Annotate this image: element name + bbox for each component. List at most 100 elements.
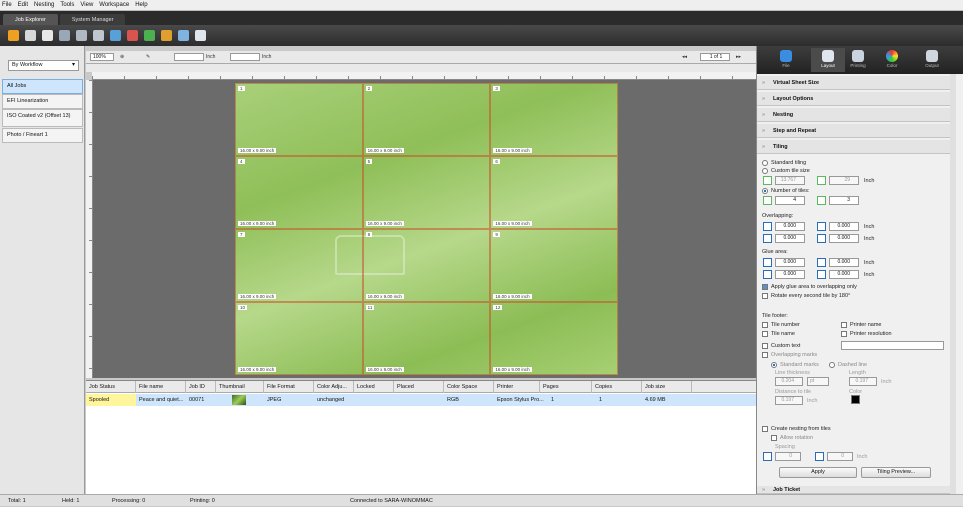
printer-name-checkbox[interactable] bbox=[841, 322, 847, 328]
create-nesting-checkbox[interactable] bbox=[762, 426, 768, 432]
col-pages[interactable]: Pages bbox=[540, 381, 592, 393]
col-file-format[interactable]: File Format bbox=[264, 381, 314, 393]
tab-file[interactable]: File bbox=[769, 48, 803, 72]
standard-tiling-radio[interactable] bbox=[762, 160, 768, 166]
apply-glue-checkbox[interactable] bbox=[762, 284, 768, 290]
properties-scrollbar[interactable] bbox=[950, 74, 956, 494]
menu-file[interactable]: File bbox=[2, 2, 12, 8]
custom-width-input[interactable]: 13.767 bbox=[775, 176, 805, 185]
workflow-select[interactable]: By Workflow bbox=[8, 60, 79, 71]
layout-canvas[interactable]: 1 16.00 x 9.00 inch 2 16.00 x 9.00 inch 3 16.… bbox=[93, 80, 756, 378]
tiling-preview-button[interactable]: Tiling Preview... bbox=[861, 467, 931, 478]
section-virtual-sheet-size[interactable]: Virtual Sheet Size bbox=[757, 76, 956, 90]
col-thumbnail[interactable]: Thumbnail bbox=[216, 381, 264, 393]
prev-page-icon[interactable]: ◂◂ bbox=[682, 53, 687, 61]
col-file-name[interactable]: File name bbox=[136, 381, 186, 393]
tab-color[interactable]: Color bbox=[875, 48, 909, 72]
tile-number-checkbox[interactable] bbox=[762, 322, 768, 328]
doc-blue-icon[interactable] bbox=[195, 30, 206, 41]
custom-height-input[interactable]: 29 bbox=[829, 176, 859, 185]
tile-9[interactable]: 9 16.00 x 9.00 inch bbox=[490, 229, 618, 302]
glue-left-input[interactable]: 0.000 bbox=[829, 258, 859, 267]
tile-7[interactable]: 7 16.00 x 9.00 inch bbox=[235, 229, 363, 302]
tab-output[interactable]: Output bbox=[915, 48, 949, 72]
queue-iso-coated[interactable]: ISO Coated v2 (Offset 13) bbox=[2, 109, 83, 127]
col-placed[interactable]: Placed bbox=[394, 381, 444, 393]
doc-icon[interactable] bbox=[178, 30, 189, 41]
overlap-left-input[interactable]: 0.000 bbox=[829, 222, 859, 231]
glue-top-input[interactable]: 0.000 bbox=[775, 258, 805, 267]
standard-marks-radio[interactable] bbox=[771, 362, 777, 368]
glue-right-input[interactable]: 0.000 bbox=[829, 270, 859, 279]
color-icon[interactable] bbox=[161, 30, 172, 41]
mark-color-swatch[interactable] bbox=[851, 395, 860, 404]
spacing-v-input[interactable]: 0 bbox=[827, 452, 853, 461]
tile-5[interactable]: 5 16.00 x 9.00 inch bbox=[362, 156, 491, 229]
overlapping-marks-checkbox[interactable] bbox=[762, 352, 768, 358]
height-input[interactable] bbox=[230, 53, 260, 61]
print-queue-icon[interactable] bbox=[76, 30, 87, 41]
custom-text-checkbox[interactable] bbox=[762, 343, 768, 349]
tile-rows-input[interactable]: 3 bbox=[829, 196, 859, 205]
apply-button[interactable]: Apply bbox=[779, 467, 857, 478]
tile-6[interactable]: 6 16.00 x 9.00 inch bbox=[490, 156, 618, 229]
open-folder-icon[interactable] bbox=[8, 30, 19, 41]
tile-1[interactable]: 1 16.00 x 9.00 inch bbox=[235, 83, 363, 156]
tile-name-checkbox[interactable] bbox=[762, 331, 768, 337]
overlap-top-input[interactable]: 0.000 bbox=[775, 222, 805, 231]
glue-bottom-input[interactable]: 0.000 bbox=[775, 270, 805, 279]
col-job-size[interactable]: Job size bbox=[642, 381, 692, 393]
tab-system-manager[interactable]: System Manager bbox=[59, 14, 126, 25]
number-of-tiles-radio[interactable] bbox=[762, 188, 768, 194]
section-nesting[interactable]: Nesting bbox=[757, 108, 956, 122]
tab-printing[interactable]: Printing bbox=[841, 48, 875, 72]
line-thickness-input[interactable]: 0.204 bbox=[775, 377, 803, 386]
tile-2[interactable]: 2 16.00 x 9.00 inch bbox=[362, 83, 491, 156]
rotate-tile-checkbox[interactable] bbox=[762, 293, 768, 299]
tile-8[interactable]: 8 16.00 x 9.00 inch bbox=[362, 229, 491, 302]
menu-tools[interactable]: Tools bbox=[60, 2, 74, 8]
distance-input[interactable]: 0.197 bbox=[775, 396, 803, 405]
thickness-unit-select[interactable]: pt bbox=[807, 377, 829, 386]
tab-job-explorer[interactable]: Job Explorer bbox=[3, 14, 58, 25]
width-input[interactable] bbox=[174, 53, 204, 61]
menu-edit[interactable]: Edit bbox=[18, 2, 28, 8]
overlap-bottom-input[interactable]: 0.000 bbox=[775, 234, 805, 243]
tile-10[interactable]: 10 16.00 x 9.00 inch bbox=[235, 302, 363, 375]
tab-layout[interactable]: Layout bbox=[811, 48, 845, 72]
section-layout-options[interactable]: Layout Options bbox=[757, 92, 956, 106]
print-icon[interactable] bbox=[93, 30, 104, 41]
list-icon[interactable] bbox=[42, 30, 53, 41]
col-job-status[interactable]: Job Status bbox=[86, 381, 136, 393]
menu-nesting[interactable]: Nesting bbox=[34, 2, 54, 8]
image-icon[interactable] bbox=[127, 30, 138, 41]
col-color-adj[interactable]: Color Adju... bbox=[314, 381, 354, 393]
col-copies[interactable]: Copies bbox=[592, 381, 642, 393]
custom-text-input[interactable] bbox=[841, 341, 944, 350]
tile-4[interactable]: 4 16.00 x 9.00 inch bbox=[235, 156, 363, 229]
menu-view[interactable]: View bbox=[80, 2, 93, 8]
queue-all-jobs[interactable]: All Jobs bbox=[2, 79, 83, 94]
tile-3[interactable]: 3 16.00 x 9.00 inch bbox=[490, 83, 618, 156]
printer-resolution-checkbox[interactable] bbox=[841, 331, 847, 337]
green-doc-icon[interactable] bbox=[144, 30, 155, 41]
allow-rotation-checkbox[interactable] bbox=[771, 435, 777, 441]
menu-workspace[interactable]: Workspace bbox=[99, 2, 129, 8]
spacing-h-input[interactable]: 0 bbox=[775, 452, 801, 461]
col-job-id[interactable]: Job ID bbox=[186, 381, 216, 393]
section-tiling[interactable]: Tiling bbox=[757, 140, 956, 154]
queue-efi-linearization[interactable]: EFI Linearization bbox=[2, 94, 83, 109]
dashed-line-radio[interactable] bbox=[829, 362, 835, 368]
col-printer[interactable]: Printer bbox=[494, 381, 540, 393]
page-indicator[interactable]: 1 of 1 bbox=[700, 53, 730, 61]
tile-12[interactable]: 12 16.00 x 9.00 inch bbox=[490, 302, 618, 375]
next-page-icon[interactable]: ▸▸ bbox=[736, 53, 741, 61]
zoom-select[interactable]: 100% bbox=[90, 53, 114, 61]
menu-help[interactable]: Help bbox=[135, 2, 147, 8]
overlap-right-input[interactable]: 0.000 bbox=[829, 234, 859, 243]
tile-11[interactable]: 11 16.00 x 9.00 inch bbox=[362, 302, 491, 375]
custom-tile-size-radio[interactable] bbox=[762, 168, 768, 174]
col-locked[interactable]: Locked bbox=[354, 381, 394, 393]
length-input[interactable]: 0.197 bbox=[849, 377, 877, 386]
table-row[interactable]: Spooled Peace and quiet... 00071 JPEG un… bbox=[86, 394, 756, 406]
